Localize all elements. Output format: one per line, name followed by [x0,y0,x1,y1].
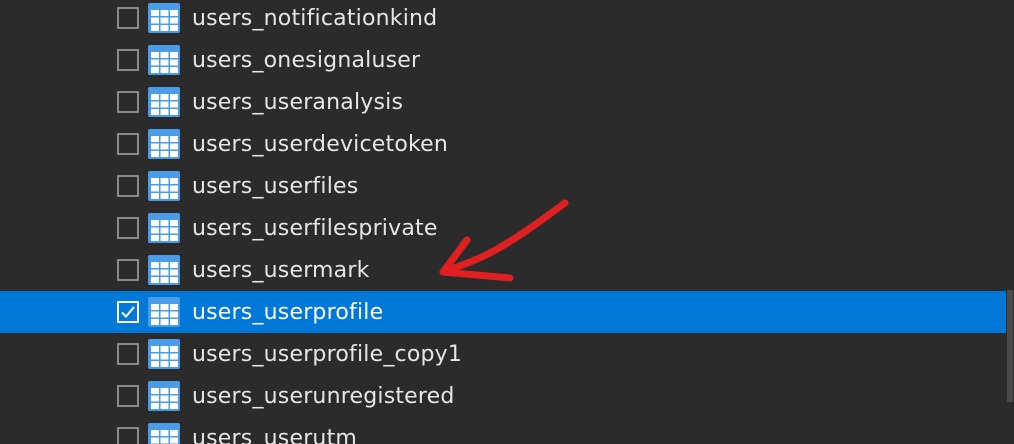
table-checkbox[interactable] [117,301,139,323]
table-icon [148,381,180,411]
table-icon [148,423,180,444]
table-row[interactable]: users_userfilesprivate [0,207,1006,249]
table-row[interactable]: users_userutm [0,417,1006,444]
table-name: users_useranalysis [192,89,404,115]
table-row[interactable]: users_userdevicetoken [0,123,1006,165]
table-name: users_usermark [192,257,370,283]
table-checkbox[interactable] [117,7,139,29]
table-checkbox[interactable] [117,175,139,197]
table-row[interactable]: users_userprofile [0,291,1006,333]
table-checkbox[interactable] [117,217,139,239]
table-row[interactable]: users_useranalysis [0,81,1006,123]
table-name: users_onesignaluser [192,47,421,73]
table-name: users_userprofile [192,299,384,325]
table-icon [148,255,180,285]
table-checkbox[interactable] [117,133,139,155]
table-icon [148,129,180,159]
table-checkbox[interactable] [117,343,139,365]
table-icon [148,213,180,243]
table-name: users_notificationkind [192,5,438,31]
table-row[interactable]: users_userunregistered [0,375,1006,417]
scrollbar-thumb[interactable] [1007,290,1013,402]
table-icon [148,87,180,117]
table-row[interactable]: users_onesignaluser [0,39,1006,81]
table-name: users_userprofile_copy1 [192,341,463,367]
table-name: users_userutm [192,425,358,444]
table-row[interactable]: users_userprofile_copy1 [0,333,1006,375]
table-checkbox[interactable] [117,91,139,113]
table-row[interactable]: users_usermark [0,249,1006,291]
table-icon [148,297,180,327]
table-icon [148,45,180,75]
table-name: users_userunregistered [192,383,455,409]
table-name: users_userfiles [192,173,359,199]
table-name: users_userdevicetoken [192,131,449,157]
table-checkbox[interactable] [117,259,139,281]
table-checkbox[interactable] [117,49,139,71]
table-checkbox[interactable] [117,427,139,444]
table-row[interactable]: users_notificationkind [0,0,1006,39]
table-icon [148,3,180,33]
table-name: users_userfilesprivate [192,215,438,241]
checkmark-icon [121,306,135,318]
table-icon [148,171,180,201]
table-icon [148,339,180,369]
table-list: users_notificationkind users_onesignaluse… [0,0,1006,444]
table-row[interactable]: users_userfiles [0,165,1006,207]
table-list-viewport: users_notificationkind users_onesignaluse… [0,0,1014,444]
table-checkbox[interactable] [117,385,139,407]
vertical-scrollbar[interactable] [1006,0,1014,444]
